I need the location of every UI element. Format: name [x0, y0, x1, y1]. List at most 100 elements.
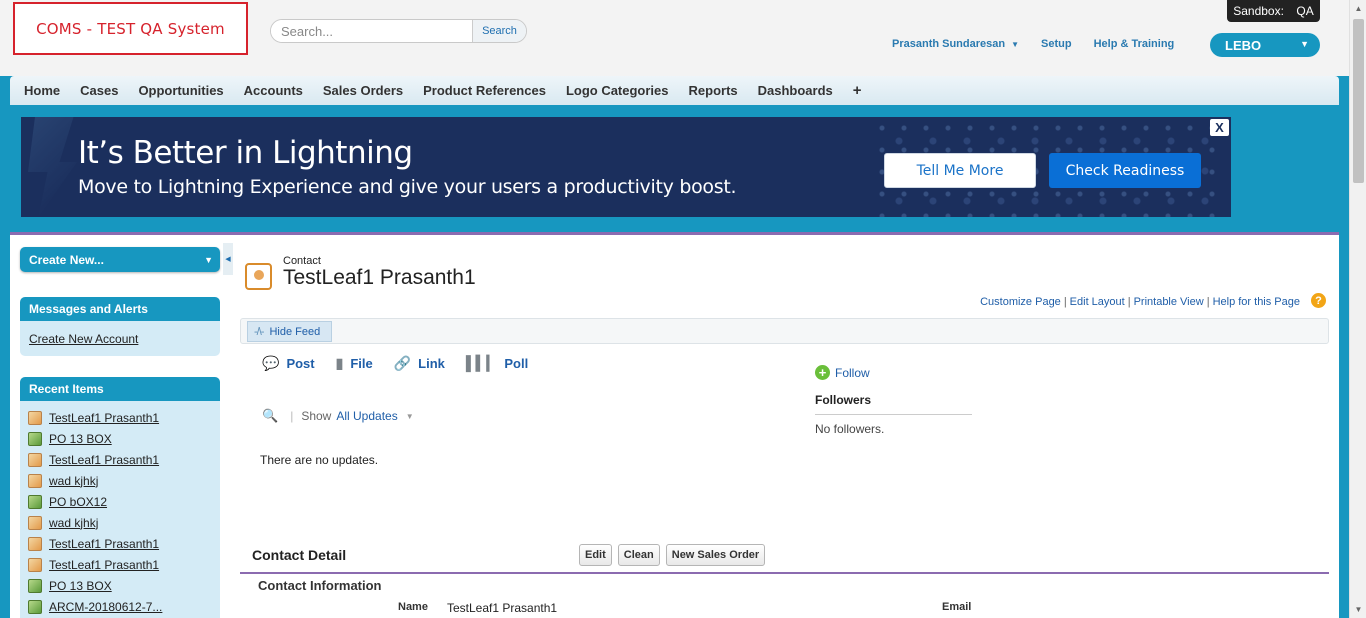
sandbox-badge: Sandbox: QA [1227, 0, 1320, 22]
contact-icon [28, 536, 42, 551]
list-item: TestLeaf1 Prasanth1 [20, 533, 220, 554]
scroll-thumb[interactable] [1353, 19, 1364, 183]
tab-opportunities[interactable]: Opportunities [138, 83, 223, 98]
sandbox-value: QA [1296, 4, 1314, 18]
app-switcher[interactable]: LEBO ▼ [1210, 33, 1320, 57]
org-logo[interactable]: COMS - TEST QA System [13, 2, 248, 55]
link-label: Link [418, 356, 445, 371]
create-new-menu[interactable]: Create New... ▼ [20, 247, 220, 272]
contact-detail-title: Contact Detail [252, 547, 347, 563]
contact-icon [28, 515, 42, 530]
list-item: wad kjhkj [20, 512, 220, 533]
banner-title: It’s Better in Lightning [78, 135, 413, 171]
post-label: Post [286, 356, 315, 371]
no-followers-text: No followers. [815, 422, 885, 436]
order-icon [28, 599, 42, 614]
pulse-icon: -/\- [254, 325, 265, 338]
link-action[interactable]: 🔗 Link [394, 355, 445, 372]
page-links: Customize Page | Edit Layout | Printable Vie… [980, 296, 1300, 308]
customize-page-link[interactable]: Customize Page [980, 296, 1061, 308]
divider [815, 414, 972, 415]
recent-item-link[interactable]: ARCM-20180612-7... [49, 600, 162, 614]
detail-buttons: Edit Clean New Sales Order [579, 544, 771, 566]
section-divider [240, 572, 1329, 574]
close-icon[interactable]: X [1210, 119, 1229, 136]
user-menu[interactable]: Prasanth Sundaresan ▼ [892, 38, 1019, 50]
list-item: wad kjhkj [20, 470, 220, 491]
scroll-up-icon[interactable]: ▲ [1350, 0, 1366, 17]
post-action[interactable]: 💬 Post [262, 355, 315, 372]
check-readiness-button[interactable]: Check Readiness [1049, 153, 1201, 188]
search-input[interactable] [271, 20, 472, 42]
tab-product-references[interactable]: Product References [423, 83, 546, 98]
follow-label: Follow [835, 365, 870, 380]
help-training-link[interactable]: Help & Training [1094, 38, 1175, 50]
create-new-account-link[interactable]: Create New Account [29, 332, 138, 346]
top-header: COMS - TEST QA System Search Prasanth Su… [0, 0, 1349, 76]
list-item: PO 13 BOX [20, 428, 220, 449]
recent-item-link[interactable]: TestLeaf1 Prasanth1 [49, 537, 159, 551]
list-item: PO bOX12 [20, 491, 220, 512]
recent-item-link[interactable]: wad kjhkj [49, 474, 98, 488]
recent-item-link[interactable]: TestLeaf1 Prasanth1 [49, 411, 159, 425]
plus-icon: + [815, 365, 830, 380]
scroll-down-icon[interactable]: ▼ [1350, 601, 1366, 618]
tab-home[interactable]: Home [24, 83, 60, 98]
messages-alerts-title: Messages and Alerts [29, 302, 148, 316]
list-item: PO 13 BOX [20, 575, 220, 596]
show-filter-dropdown[interactable]: All Updates [336, 409, 397, 423]
tab-reports[interactable]: Reports [689, 83, 738, 98]
all-tabs-plus-icon[interactable]: + [853, 82, 862, 99]
help-icon[interactable]: ? [1311, 293, 1326, 308]
poll-action[interactable]: ▌▍▎ Poll [466, 355, 528, 372]
email-label: Email [942, 601, 972, 613]
link-icon: 🔗 [393, 355, 412, 371]
tell-me-more-button[interactable]: Tell Me More [884, 153, 1036, 188]
file-action[interactable]: ▮ File [336, 355, 373, 372]
search-button[interactable]: Search [472, 20, 526, 42]
tab-sales-orders[interactable]: Sales Orders [323, 83, 403, 98]
followers-panel: + Follow Followers No followers. [815, 365, 972, 436]
recent-item-link[interactable]: PO 13 BOX [49, 579, 112, 593]
user-name: Prasanth Sundaresan [892, 38, 1006, 50]
recent-item-link[interactable]: PO bOX12 [49, 495, 107, 509]
setup-link[interactable]: Setup [1041, 38, 1072, 50]
edit-button[interactable]: Edit [579, 544, 612, 566]
tab-cases[interactable]: Cases [80, 83, 118, 98]
banner-subtitle: Move to Lightning Experience and give yo… [78, 176, 737, 198]
user-links: Prasanth Sundaresan ▼ Setup Help & Traini… [892, 38, 1196, 50]
list-item: TestLeaf1 Prasanth1 [20, 407, 220, 428]
salesforce-classic-page: COMS - TEST QA System Search Prasanth Su… [0, 0, 1366, 618]
recent-item-link[interactable]: wad kjhkj [49, 516, 98, 530]
file-icon: ▮ [335, 355, 344, 371]
lightning-banner: It’s Better in Lightning Move to Lightni… [21, 117, 1231, 217]
recent-item-link[interactable]: PO 13 BOX [49, 432, 112, 446]
global-search: Search [270, 19, 527, 43]
recent-items-title: Recent Items [29, 382, 104, 396]
sidebar-collapse-handle[interactable]: ◀ [223, 243, 233, 275]
tab-dashboards[interactable]: Dashboards [758, 83, 833, 98]
recent-item-link[interactable]: TestLeaf1 Prasanth1 [49, 453, 159, 467]
tab-accounts[interactable]: Accounts [244, 83, 303, 98]
clean-button[interactable]: Clean [617, 544, 660, 566]
show-label: Show [301, 409, 332, 423]
tab-logo-categories[interactable]: Logo Categories [566, 83, 669, 98]
printable-view-link[interactable]: Printable View [1134, 296, 1204, 308]
no-updates-text: There are no updates. [260, 453, 379, 467]
list-item: ARCM-20180612-7... [20, 596, 220, 617]
search-icon[interactable]: 🔍 [262, 408, 278, 424]
order-icon [28, 578, 42, 593]
follow-button[interactable]: + Follow [815, 365, 972, 380]
tab-bar: Home Cases Opportunities Accounts Sales … [10, 76, 1339, 105]
hide-feed-button[interactable]: -/\- Hide Feed [247, 321, 332, 342]
page-scrollbar[interactable]: ▲ ▼ [1349, 0, 1366, 618]
new-sales-order-button[interactable]: New Sales Order [665, 544, 766, 566]
chevron-down-icon[interactable]: ▼ [406, 412, 414, 421]
edit-layout-link[interactable]: Edit Layout [1070, 296, 1125, 308]
recent-item-link[interactable]: TestLeaf1 Prasanth1 [49, 558, 159, 572]
poll-label: Poll [504, 356, 529, 371]
name-label: Name [398, 601, 428, 613]
feed-filter: 🔍 | Show All Updates ▼ [262, 408, 414, 424]
order-icon [28, 494, 42, 509]
help-for-page-link[interactable]: Help for this Page [1213, 296, 1300, 308]
